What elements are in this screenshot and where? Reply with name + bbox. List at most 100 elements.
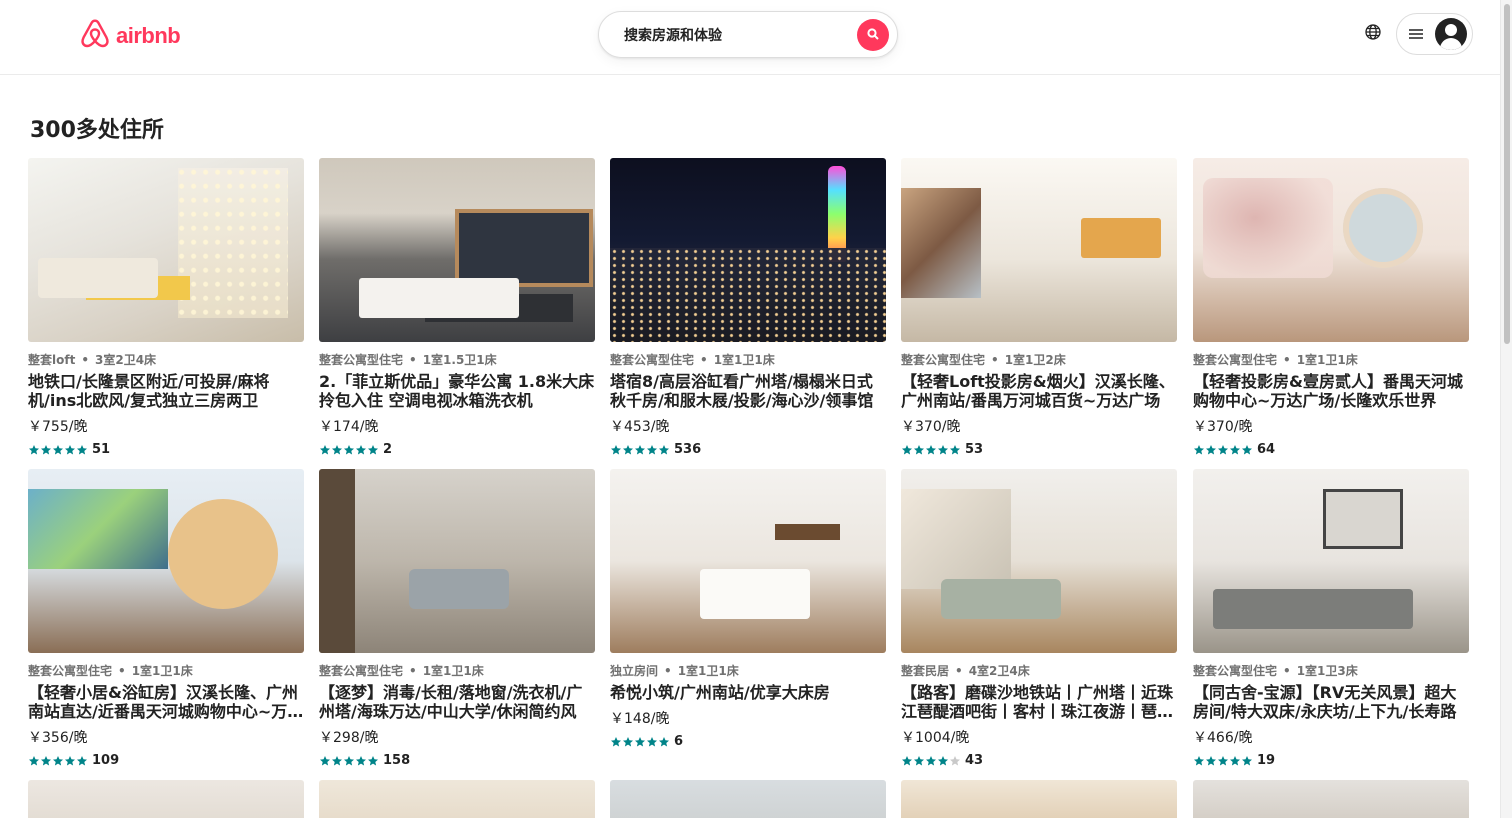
listing-name[interactable]: 【轻奢小居&浴缸房】汉溪长隆、广州南站直达/近番禺天河城购物中心~万达广场 — [28, 683, 304, 721]
listing-card[interactable]: 整套公寓型住宅 • 1室1卫1床 塔宿8/高层浴缸看广州塔/榻榻米日式秋千房/和服木屐… — [610, 158, 886, 457]
star-icon — [1217, 444, 1229, 456]
star-icon — [64, 444, 76, 456]
airbnb-logo[interactable]: airbnb — [80, 18, 181, 54]
listing-photo[interactable] — [610, 469, 886, 653]
listing-rating: 53 — [901, 442, 1177, 457]
listing-price: ￥298/晚 — [319, 730, 379, 746]
star-icon — [1205, 755, 1217, 767]
listing-price: ￥148/晚 — [610, 711, 670, 727]
listing-card[interactable]: 整套公寓型住宅 • 1室1卫1床 【逐梦】消毒/长租/落地窗/洗衣机/广州塔/海珠万达… — [319, 469, 595, 768]
listing-photo[interactable] — [1193, 158, 1469, 342]
listing-photo[interactable] — [1193, 469, 1469, 653]
rating-stars — [28, 444, 88, 456]
globe-icon — [1365, 24, 1381, 44]
listing-type: 独立房间 — [610, 664, 659, 678]
listing-details: 1室1卫1床 — [713, 353, 775, 367]
listing-card[interactable]: 整套公寓型住宅 • 1室1卫3床 【同古舍-宝源】【RV无关风景】超大房间/特大双床/… — [1193, 469, 1469, 768]
listing-rating: 109 — [28, 753, 304, 768]
star-icon — [925, 444, 937, 456]
listing-photo[interactable] — [319, 780, 595, 818]
rating-stars — [610, 736, 670, 748]
star-icon — [949, 444, 961, 456]
rating-count: 158 — [383, 753, 411, 768]
star-icon — [658, 736, 670, 748]
listing-photo[interactable] — [28, 158, 304, 342]
results-title: 300多处住所 — [30, 118, 164, 143]
rating-count: 53 — [965, 442, 984, 457]
star-icon — [76, 755, 88, 767]
listing-photo[interactable] — [610, 780, 886, 818]
star-icon — [646, 444, 658, 456]
listing-name[interactable]: 【路客】磨碟沙地铁站丨广州塔丨近珠江琶醍酒吧街丨客村丨珠江夜游丨琶洲会展 — [901, 683, 1177, 721]
listing-card[interactable]: 独立房间 • 1室1卫1床 希悦小筑/广州南站/优享大床房 ￥148/晚 6 — [610, 469, 886, 749]
language-globe-button[interactable] — [1362, 23, 1384, 45]
star-icon — [28, 755, 40, 767]
listing-details: 1室1卫1床 — [131, 664, 193, 678]
page-scrollbar[interactable] — [1500, 0, 1512, 818]
rating-stars — [901, 444, 961, 456]
listing-name[interactable]: 【同古舍-宝源】【RV无关风景】超大房间/特大双床/永庆坊/上下九/长寿路 — [1193, 683, 1469, 721]
star-icon — [634, 736, 646, 748]
listing-photo[interactable] — [1193, 780, 1469, 818]
listing-photo[interactable] — [901, 469, 1177, 653]
listing-card[interactable]: 整套loft • 3室2卫4床 地铁口/长隆景区附近/可投屏/麻将机/ins北欧风/复… — [28, 158, 304, 457]
star-icon — [913, 444, 925, 456]
meta-separator: • — [409, 353, 417, 367]
listing-photo[interactable] — [28, 469, 304, 653]
listing-card[interactable]: 整套公寓型住宅 • 1室1卫1床【轻奢投影房&壹房贰人】番禺天河城购物中心~万达广场… — [1193, 158, 1469, 457]
rating-count: 43 — [965, 753, 984, 768]
star-icon — [949, 755, 961, 767]
listing-price: ￥755/晚 — [28, 419, 88, 435]
star-icon — [319, 444, 331, 456]
listing-name[interactable]: 塔宿8/高层浴缸看广州塔/榻榻米日式秋千房/和服木屐/投影/海心沙/领事馆 — [610, 372, 886, 410]
listing-card[interactable]: 整套公寓型住宅 • 1室1卫1床 【轻奢小居&浴缸房】汉溪长隆、广州南站直达/近番禺天… — [28, 469, 304, 768]
listing-card[interactable]: 整套民居 • 4室2卫4床 【路客】磨碟沙地铁站丨广州塔丨近珠江琶醍酒吧街丨客村丨珠江… — [901, 469, 1177, 768]
listing-photo[interactable] — [28, 780, 304, 818]
listing-name[interactable]: 【轻奢Loft投影房&烟火】汉溪长隆、广州南站/番禺万河城百货~万达广场 — [901, 372, 1177, 410]
listing-name[interactable]: 希悦小筑/广州南站/优享大床房 — [610, 683, 886, 702]
listing-type: 整套公寓型住宅 — [610, 353, 695, 367]
star-icon — [1241, 444, 1253, 456]
star-icon — [52, 755, 64, 767]
listing-name[interactable]: 【逐梦】消毒/长租/落地窗/洗衣机/广州塔/海珠万达/中山大学/休闲简约风 — [319, 683, 595, 721]
listing-name[interactable]: 【轻奢投影房&壹房贰人】番禺天河城购物中心~万达广场/长隆欢乐世界 — [1193, 372, 1469, 410]
rating-count: 19 — [1257, 753, 1276, 768]
listing-photo[interactable] — [319, 158, 595, 342]
star-icon — [355, 755, 367, 767]
listing-meta: 整套公寓型住宅 • 1室1卫2床 — [901, 351, 1177, 368]
search-input[interactable]: 搜索房源和体验 — [624, 25, 857, 45]
listing-photo[interactable] — [901, 780, 1177, 818]
rating-stars — [319, 444, 379, 456]
star-icon — [925, 755, 937, 767]
listing-name[interactable]: 地铁口/长隆景区附近/可投屏/麻将机/ins北欧风/复式独立三房两卫 — [28, 372, 304, 410]
search-button[interactable] — [857, 18, 889, 51]
star-icon — [40, 444, 52, 456]
listing-photo[interactable] — [901, 158, 1177, 342]
listing-meta: 整套公寓型住宅 • 1室1卫1床 — [1193, 351, 1469, 368]
listing-rating: 2 — [319, 442, 595, 457]
search-bar[interactable]: 搜索房源和体验 — [598, 11, 898, 58]
rating-count: 109 — [92, 753, 120, 768]
listing-photo[interactable] — [319, 469, 595, 653]
listing-name[interactable]: 2.「菲立斯优品」豪华公寓 1.8米大床拎包入住 空调电视冰箱洗衣机 — [319, 372, 595, 410]
listing-meta: 整套公寓型住宅 • 1室1.5卫1床 — [319, 351, 595, 368]
listing-type: 整套公寓型住宅 — [1193, 353, 1278, 367]
listing-type: 整套公寓型住宅 — [319, 664, 404, 678]
rating-count: 51 — [92, 442, 111, 457]
listing-details: 1室1卫2床 — [1004, 353, 1066, 367]
listing-meta: 独立房间 • 1室1卫1床 — [610, 662, 886, 679]
star-icon — [937, 444, 949, 456]
user-menu-button[interactable] — [1396, 13, 1473, 55]
meta-separator: • — [409, 664, 417, 678]
listing-rating: 6 — [610, 734, 886, 749]
listing-photo[interactable] — [610, 158, 886, 342]
listing-price: ￥466/晚 — [1193, 730, 1253, 746]
listing-rating: 19 — [1193, 753, 1469, 768]
rating-stars — [1193, 444, 1253, 456]
listing-card[interactable]: 整套公寓型住宅 • 1室1.5卫1床 2.「菲立斯优品」豪华公寓 1.8米大床拎包入住… — [319, 158, 595, 457]
scrollbar-thumb[interactable] — [1504, 4, 1510, 344]
star-icon — [622, 444, 634, 456]
star-icon — [646, 736, 658, 748]
listing-card[interactable]: 整套公寓型住宅 • 1室1卫2床【轻奢Loft投影房&烟火】汉溪长隆、广州南站/番禺… — [901, 158, 1177, 457]
listing-rating: 158 — [319, 753, 595, 768]
